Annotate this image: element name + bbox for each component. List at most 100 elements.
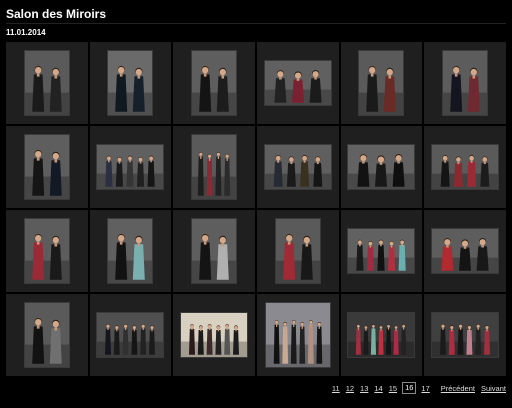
photo-thumbnail[interactable] <box>23 302 70 368</box>
page-title: Salon des Miroirs <box>6 7 107 21</box>
photo-thumbnail[interactable] <box>347 312 416 358</box>
page-link-15[interactable]: 15 <box>388 384 398 393</box>
person-figure <box>282 322 288 364</box>
photo-thumbnail[interactable] <box>431 312 500 358</box>
photo-image <box>192 135 237 199</box>
page-link-17[interactable]: 17 <box>420 384 430 393</box>
photo-thumbnail[interactable] <box>23 218 70 284</box>
person-figure <box>316 322 323 364</box>
photo-thumbnail[interactable] <box>180 312 249 358</box>
gallery-cell[interactable] <box>256 294 339 376</box>
photo-thumbnail[interactable] <box>263 60 332 106</box>
gallery-cell[interactable] <box>424 126 506 208</box>
photo-image <box>432 313 499 357</box>
photo-thumbnail[interactable] <box>358 50 405 116</box>
photo-thumbnail[interactable] <box>191 218 238 284</box>
photo-image <box>97 313 164 357</box>
page-link-14[interactable]: 14 <box>373 384 383 393</box>
gallery-cell[interactable] <box>424 294 506 376</box>
person-figure <box>299 322 305 364</box>
photo-image <box>359 51 404 115</box>
gallery-cell[interactable] <box>6 42 88 124</box>
person-figure <box>206 153 213 196</box>
gallery-cell[interactable] <box>6 210 88 292</box>
photo-thumbnail[interactable] <box>347 144 416 190</box>
photo-image <box>348 229 415 273</box>
current-page: 16 <box>402 382 417 394</box>
person-figure <box>371 324 377 355</box>
photo-thumbnail[interactable] <box>431 144 500 190</box>
previous-page-link[interactable]: Précédent <box>441 384 475 393</box>
photo-image <box>181 313 248 357</box>
photo-thumbnail[interactable] <box>442 50 489 116</box>
photo-thumbnail[interactable] <box>23 50 70 116</box>
person-figure <box>386 324 392 355</box>
page-header: Salon des Miroirs 11.01.2014 <box>6 6 506 37</box>
gallery-cell[interactable] <box>6 294 88 376</box>
person-figure <box>401 324 407 355</box>
photo-thumbnail[interactable] <box>347 228 416 274</box>
person-figure <box>273 320 280 364</box>
gallery-cell[interactable] <box>340 126 423 208</box>
person-figure <box>215 152 222 196</box>
gallery-cell[interactable] <box>173 294 255 376</box>
gallery-cell[interactable] <box>256 42 339 124</box>
photo-image <box>432 229 499 273</box>
gallery-cell[interactable] <box>424 42 506 124</box>
photo-image <box>108 219 153 283</box>
person-figure <box>378 325 385 355</box>
gallery-cell[interactable] <box>89 42 172 124</box>
photo-image <box>24 303 69 367</box>
gallery-cell[interactable] <box>256 210 339 292</box>
gallery-cell[interactable] <box>340 210 423 292</box>
event-date: 11.01.2014 <box>6 28 46 37</box>
person-figure <box>307 320 314 364</box>
photo-image <box>24 51 69 115</box>
photo-thumbnail[interactable] <box>96 312 165 358</box>
gallery-cell[interactable] <box>6 126 88 208</box>
gallery-cell[interactable] <box>89 210 172 292</box>
photo-thumbnail[interactable] <box>191 134 238 200</box>
page-link-12[interactable]: 12 <box>345 384 355 393</box>
gallery-cell[interactable] <box>89 294 172 376</box>
photo-thumbnail[interactable] <box>23 134 70 200</box>
photo-thumbnail[interactable] <box>107 218 154 284</box>
photo-thumbnail[interactable] <box>96 144 165 190</box>
gallery-cell[interactable] <box>173 126 255 208</box>
photo-image <box>264 145 331 189</box>
page-link-11[interactable]: 11 <box>331 384 341 393</box>
photo-thumbnail[interactable] <box>264 302 331 368</box>
photo-thumbnail[interactable] <box>263 144 332 190</box>
person-figure <box>393 325 400 355</box>
gallery-cell[interactable] <box>173 42 255 124</box>
photo-image <box>192 51 237 115</box>
gallery-cell[interactable] <box>340 42 423 124</box>
next-page-link[interactable]: Suivant <box>481 384 506 393</box>
photo-image <box>348 145 415 189</box>
photo-image <box>264 61 331 105</box>
photo-image <box>432 145 499 189</box>
person-figure <box>197 152 204 196</box>
photo-thumbnail[interactable] <box>431 228 500 274</box>
photo-image <box>24 219 69 283</box>
page-link-13[interactable]: 13 <box>359 384 369 393</box>
photo-image <box>192 219 237 283</box>
gallery-cell[interactable] <box>89 126 172 208</box>
photo-image <box>97 145 164 189</box>
person-figure <box>290 320 297 364</box>
person-figure <box>224 153 231 196</box>
photo-image <box>443 51 488 115</box>
pagination: 11 12 13 14 15 16 17 Précédent Suivant <box>331 382 506 394</box>
photo-thumbnail[interactable] <box>274 218 321 284</box>
photo-thumbnail[interactable] <box>191 50 238 116</box>
photo-image <box>24 135 69 199</box>
gallery-cell[interactable] <box>340 294 423 376</box>
title-divider <box>6 23 506 24</box>
gallery-cell[interactable] <box>173 210 255 292</box>
photo-image <box>108 51 153 115</box>
photo-image <box>275 219 320 283</box>
gallery-cell[interactable] <box>256 126 339 208</box>
gallery-cell[interactable] <box>424 210 506 292</box>
photo-thumbnail[interactable] <box>107 50 154 116</box>
photo-image <box>348 313 415 357</box>
